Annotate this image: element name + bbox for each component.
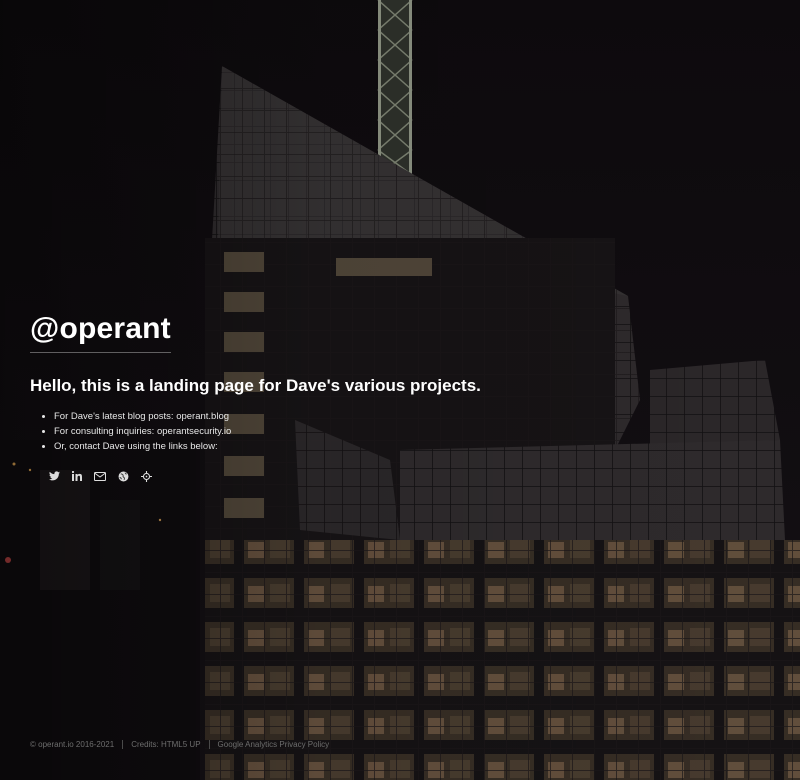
envelope-icon[interactable] (94, 470, 106, 482)
footer-divider (122, 740, 124, 749)
footer: © operant.io 2016-2021 Credits: HTML5 UP… (30, 740, 329, 749)
list-item-consulting[interactable]: For consulting inquiries: operantsecurit… (42, 424, 550, 439)
linkedin-icon[interactable] (71, 470, 83, 482)
crosshair-icon[interactable] (140, 470, 152, 482)
footer-copyright: © operant.io 2016-2021 (30, 740, 115, 749)
tagline: Hello, this is a landing page for Dave's… (30, 376, 481, 395)
footer-divider (208, 740, 210, 749)
social-icons (48, 470, 550, 482)
list-item-contact: Or, contact Dave using the links below: (42, 439, 550, 454)
list-item-blog[interactable]: For Dave's latest blog posts: operant.bl… (42, 409, 550, 424)
main-content: @operant Hello, this is a landing page f… (30, 312, 550, 482)
footer-credits-link[interactable]: Credits: HTML5 UP (131, 740, 200, 749)
twitter-icon[interactable] (48, 470, 60, 482)
project-links-list: For Dave's latest blog posts: operant.bl… (30, 409, 550, 454)
footer-privacy-link[interactable]: Google Analytics Privacy Policy (218, 740, 330, 749)
globe-icon[interactable] (117, 470, 129, 482)
landing-page: @operant Hello, this is a landing page f… (0, 0, 800, 780)
site-title: @operant (30, 312, 171, 353)
